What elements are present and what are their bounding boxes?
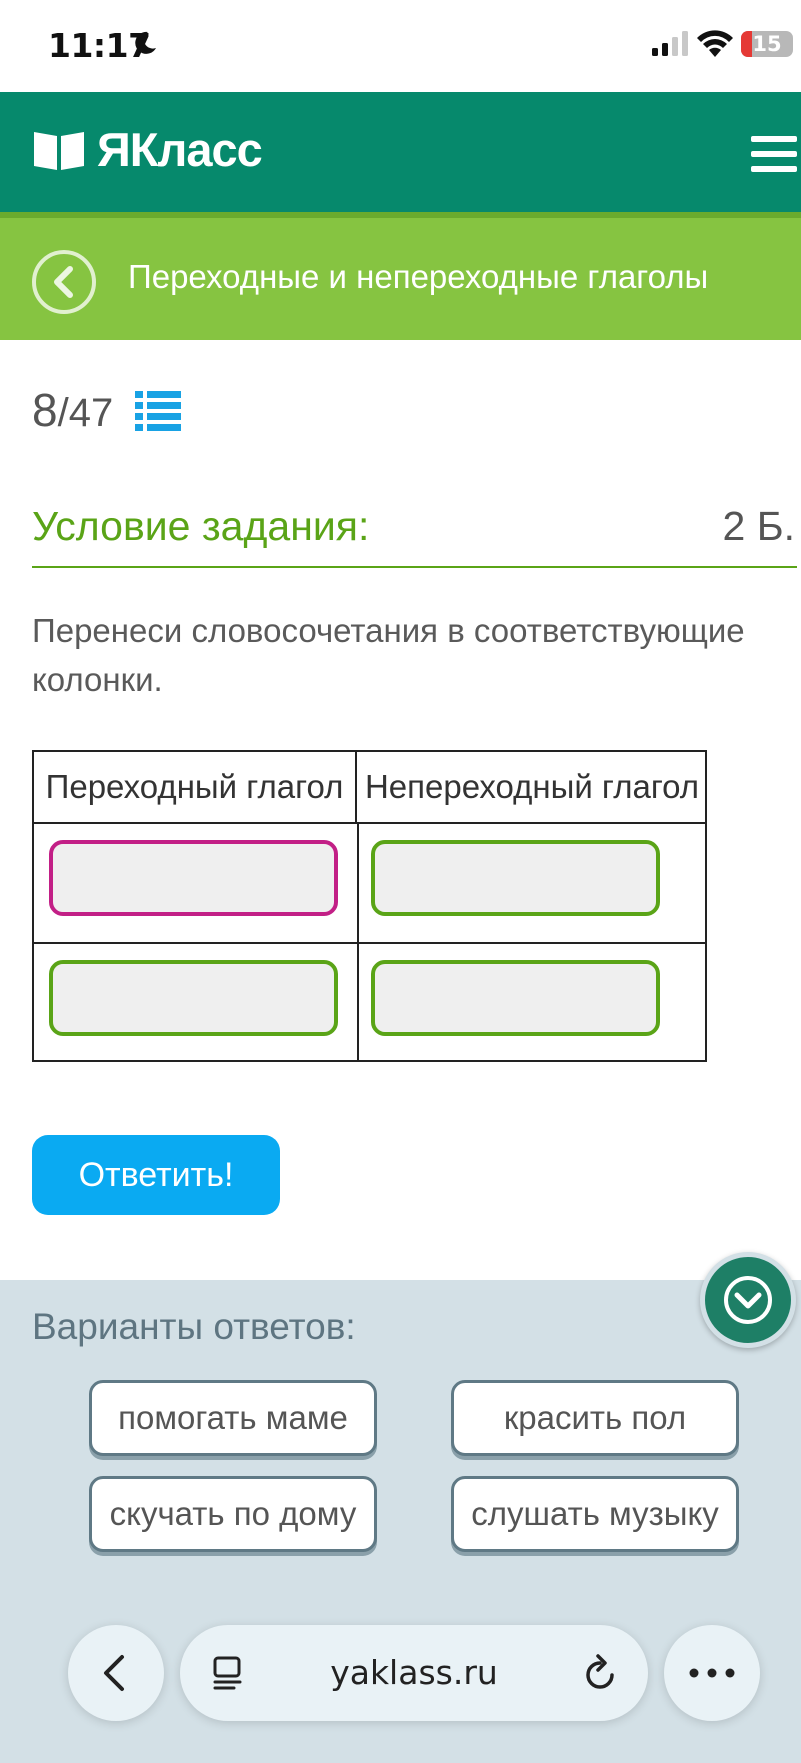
answer-chip[interactable]: скучать по дому — [89, 1476, 377, 1552]
drop-slot-transitive-2[interactable] — [49, 960, 338, 1036]
battery-level: 15 — [752, 32, 782, 56]
reload-icon[interactable] — [582, 1653, 618, 1693]
address-bar[interactable]: yaklass.ru — [180, 1625, 648, 1721]
answer-chip[interactable]: слушать музыку — [451, 1476, 739, 1552]
app-header: ЯКласс — [0, 92, 801, 212]
condition-points: 2 Б. — [722, 503, 796, 549]
book-logo-icon — [34, 132, 84, 170]
table-row-divider — [34, 942, 705, 944]
column-header-intransitive: Непереходный глагол — [364, 768, 700, 805]
topic-bar: Переходные и непереходные глаголы — [0, 212, 801, 340]
cellular-signal-icon — [652, 31, 688, 56]
answer-chip[interactable]: помогать маме — [89, 1380, 377, 1456]
logo-text[interactable]: ЯКласс — [97, 122, 263, 177]
chevron-left-icon — [54, 266, 73, 298]
browser-back-button[interactable] — [68, 1625, 164, 1721]
answer-chip[interactable]: красить пол — [451, 1380, 739, 1456]
back-button[interactable] — [32, 250, 96, 314]
table-column-divider — [357, 822, 359, 1062]
moon-icon — [135, 31, 156, 54]
wifi-icon — [697, 30, 733, 57]
more-dots-icon — [689, 1668, 735, 1678]
task-text: Перенеси словосочетания в соответствующи… — [32, 612, 745, 698]
exercise-counter: 8/47 — [32, 383, 113, 437]
condition-title: Условие задания: — [32, 503, 370, 549]
url-text: yaklass.ru — [330, 1653, 498, 1692]
topic-title: Переходные и непереходные глаголы — [128, 258, 709, 295]
variants-title: Варианты ответов: — [32, 1306, 356, 1347]
divider — [32, 566, 797, 568]
scroll-down-button[interactable] — [700, 1252, 796, 1348]
battery-icon: 15 — [741, 31, 793, 57]
browser-more-button[interactable] — [664, 1625, 760, 1721]
answer-table: Переходный глагол Непереходный глагол — [32, 750, 707, 1062]
counter-current: 8 — [32, 384, 58, 436]
drop-slot-transitive-1[interactable] — [49, 840, 338, 916]
chevron-down-circle-icon — [724, 1276, 772, 1324]
chevron-left-icon — [104, 1655, 124, 1691]
table-row-divider — [34, 822, 705, 824]
counter-total: /47 — [57, 391, 114, 435]
hamburger-menu-icon[interactable] — [751, 136, 797, 172]
column-header-transitive: Переходный глагол — [34, 752, 357, 822]
list-icon[interactable] — [135, 389, 183, 433]
drop-slot-intransitive-1[interactable] — [371, 840, 660, 916]
status-bar: 11:17 15 — [0, 0, 801, 92]
drop-slot-intransitive-2[interactable] — [371, 960, 660, 1036]
submit-answer-button[interactable]: Ответить! — [32, 1135, 280, 1215]
